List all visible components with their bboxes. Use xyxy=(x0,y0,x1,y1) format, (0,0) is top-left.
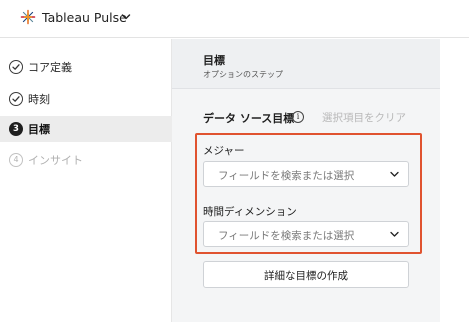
step-label: コア定義 xyxy=(28,61,72,74)
tableau-logo-icon[interactable] xyxy=(20,9,36,25)
step-number-badge: 4 xyxy=(9,153,23,167)
panel-subtitle: オプションのステップ xyxy=(203,70,283,79)
info-icon[interactable]: i xyxy=(292,111,304,123)
chevron-down-icon[interactable] xyxy=(121,12,131,22)
check-circle-icon xyxy=(9,92,23,106)
measure-label: メジャー xyxy=(203,145,245,157)
step-label: 目標 xyxy=(28,123,50,136)
panel-header: 目標 オプションのステップ xyxy=(172,39,440,89)
step-label: 時刻 xyxy=(28,93,50,106)
step-time[interactable]: 時刻 xyxy=(0,86,172,112)
app-title[interactable]: Tableau Pulse xyxy=(42,10,127,25)
step-goals[interactable]: 3 目標 xyxy=(0,116,172,142)
step-number-badge: 3 xyxy=(9,122,23,136)
measure-select[interactable]: フィールドを検索または選択 xyxy=(203,161,409,187)
section-title: データ ソース目標 xyxy=(203,112,295,125)
right-margin xyxy=(440,39,469,322)
top-bar: Tableau Pulse xyxy=(0,0,469,38)
clear-selection-link[interactable]: 選択項目をクリア xyxy=(322,110,406,125)
chevron-down-icon xyxy=(390,231,399,237)
create-button-label: 詳細な目標の作成 xyxy=(264,270,348,282)
time-dimension-select[interactable]: フィールドを検索または選択 xyxy=(203,221,409,247)
select-placeholder: フィールドを検索または選択 xyxy=(218,230,355,242)
step-insights[interactable]: 4 インサイト xyxy=(0,147,172,173)
panel-title: 目標 xyxy=(203,54,225,67)
step-core-definition[interactable]: コア定義 xyxy=(0,54,172,80)
goals-panel: 目標 オプションのステップ データ ソース目標 i 選択項目をクリア メジャー … xyxy=(172,39,440,322)
step-sidebar: コア定義 時刻 3 目標 4 インサイト xyxy=(0,39,172,322)
time-dimension-label: 時間ディメンション xyxy=(203,206,297,218)
step-label: インサイト xyxy=(28,154,83,167)
chevron-down-icon xyxy=(390,171,399,177)
check-circle-icon xyxy=(9,60,23,74)
select-placeholder: フィールドを検索または選択 xyxy=(218,170,355,182)
create-detailed-goal-button[interactable]: 詳細な目標の作成 xyxy=(203,261,409,288)
